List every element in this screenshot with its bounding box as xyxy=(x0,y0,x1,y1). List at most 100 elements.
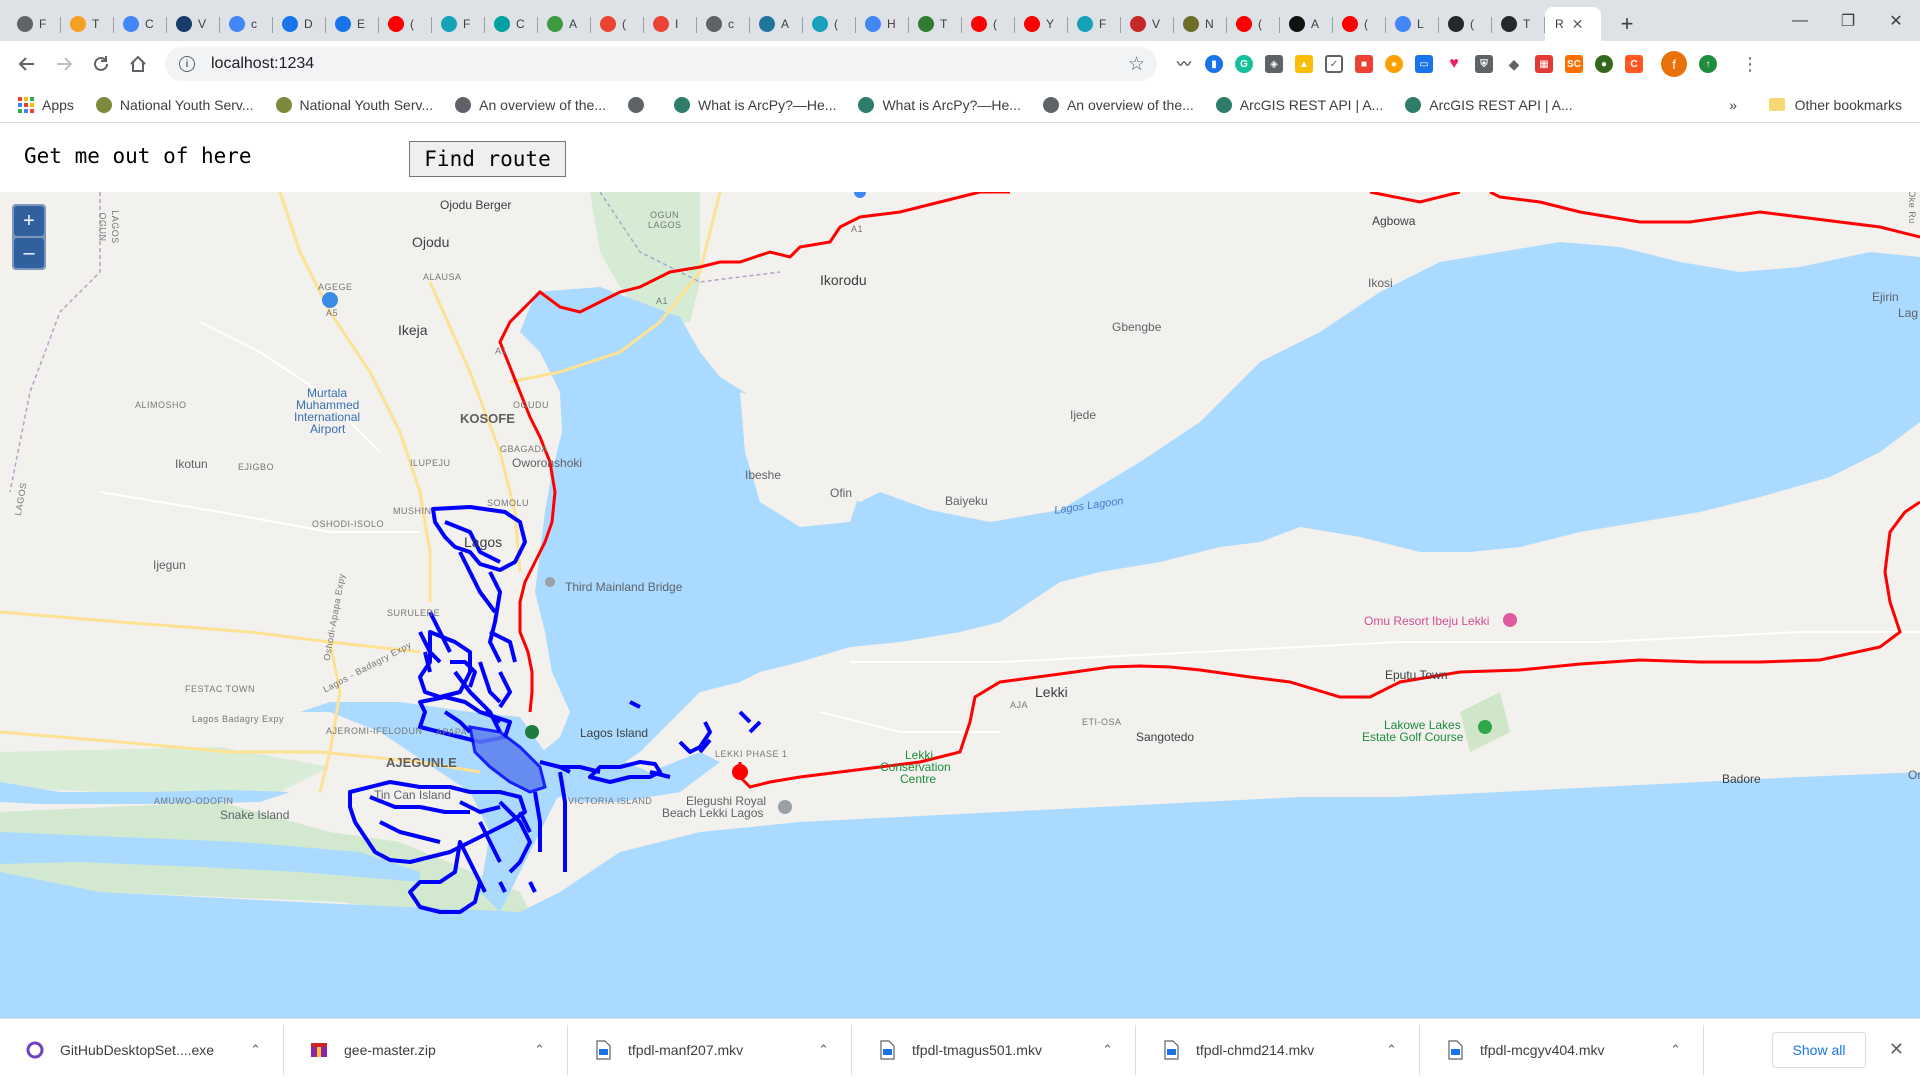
bookmark-label: An overview of the... xyxy=(479,96,606,113)
menu-icon[interactable]: ⋮ xyxy=(1741,54,1759,75)
new-tab-button[interactable]: + xyxy=(1613,11,1641,37)
browser-tab[interactable]: A xyxy=(750,7,803,41)
chevron-up-icon[interactable]: ⌃ xyxy=(1670,1042,1681,1058)
browser-tab[interactable]: H xyxy=(856,7,909,41)
home-button[interactable] xyxy=(121,47,155,81)
screen-extension-icon[interactable]: ▭ xyxy=(1415,55,1433,73)
map-label-badagry-2: Lagos Badagry Expy xyxy=(192,714,285,724)
close-shelf-icon[interactable]: ✕ xyxy=(1889,1039,1904,1060)
reload-button[interactable] xyxy=(84,47,118,81)
leaf-extension-icon[interactable]: ● xyxy=(1595,55,1613,73)
profile-avatar[interactable]: f xyxy=(1661,51,1687,77)
chevron-up-icon[interactable]: ⌃ xyxy=(1102,1042,1113,1058)
browser-tab[interactable]: ( xyxy=(379,7,432,41)
bookmark-item[interactable]: What is ArcPy?—He... xyxy=(858,96,1021,113)
browser-tab[interactable]: A xyxy=(538,7,591,41)
browser-tab[interactable]: T xyxy=(909,7,962,41)
colorful-extension-icon[interactable]: ● xyxy=(1385,55,1403,73)
gmail-icon xyxy=(600,16,616,32)
map-canvas[interactable] xyxy=(0,192,1920,1018)
tab-list: F T C Vc D E (F C A (Ic A (H T (Y F V N (A (L (T xyxy=(8,0,1545,41)
browser-tab[interactable]: ( xyxy=(1439,7,1492,41)
file-icon xyxy=(878,1039,896,1060)
office-extension-icon[interactable]: ■ xyxy=(1355,55,1373,73)
chevron-up-icon[interactable]: ⌃ xyxy=(818,1042,829,1058)
bookmark-item[interactable]: ArcGIS REST API | A... xyxy=(1215,96,1383,113)
browser-tab[interactable]: ( xyxy=(1333,7,1386,41)
browser-tab[interactable]: V xyxy=(167,7,220,41)
close-tab-icon[interactable]: ✕ xyxy=(1572,16,1584,33)
bookmark-item[interactable]: ArcGIS REST API | A... xyxy=(1405,96,1573,113)
dropbox-extension-icon[interactable]: ◆ xyxy=(1505,55,1523,73)
browser-tab[interactable]: T xyxy=(1492,7,1545,41)
browser-tab[interactable]: E xyxy=(326,7,379,41)
browser-tab[interactable]: ( xyxy=(803,7,856,41)
browser-tab[interactable]: C xyxy=(114,7,167,41)
grammarly-extension-icon[interactable]: G xyxy=(1235,55,1253,73)
download-item[interactable]: GitHubDesktopSet....exe ⌃ xyxy=(0,1024,284,1075)
chevron-up-icon[interactable]: ⌃ xyxy=(250,1042,261,1058)
browser-tab[interactable]: ( xyxy=(1227,7,1280,41)
browser-tab[interactable]: F xyxy=(432,7,485,41)
download-item[interactable]: tfpdl-chmd214.mkv ⌃ xyxy=(1136,1024,1420,1075)
browser-tab[interactable]: T xyxy=(61,7,114,41)
browser-tab[interactable]: c xyxy=(220,7,273,41)
back-button[interactable] xyxy=(10,47,44,81)
show-all-button[interactable]: Show all xyxy=(1772,1031,1866,1068)
bookmarks-overflow-button[interactable]: » xyxy=(1729,97,1737,113)
browser-tab[interactable]: Y xyxy=(1015,7,1068,41)
find-route-button[interactable]: Find route xyxy=(409,141,566,177)
heart-extension-icon[interactable]: ♥ xyxy=(1445,55,1463,73)
download-item[interactable]: gee-master.zip ⌃ xyxy=(284,1024,568,1075)
tab-title: ( xyxy=(1258,17,1262,31)
bookmark-item[interactable]: National Youth Serv... xyxy=(95,96,254,113)
bookmark-item[interactable] xyxy=(627,96,652,113)
browser-tab[interactable]: L xyxy=(1386,7,1439,41)
download-item[interactable]: tfpdl-manf207.mkv ⌃ xyxy=(568,1024,852,1075)
browser-tab[interactable]: F xyxy=(1068,7,1121,41)
zoom-in-button[interactable]: + xyxy=(14,206,44,236)
browser-tab[interactable]: F xyxy=(8,7,61,41)
bookmark-item[interactable]: Apps xyxy=(18,96,74,113)
security-extension-icon[interactable]: ⛨ xyxy=(1475,55,1493,73)
site-info-icon[interactable]: i xyxy=(179,56,195,72)
browser-tab[interactable]: ( xyxy=(962,7,1015,41)
pocket-extension-icon[interactable]: ✓ xyxy=(1325,55,1343,73)
other-bookmarks[interactable]: Other bookmarks xyxy=(1768,97,1902,113)
address-bar[interactable]: i localhost:1234 ☆ xyxy=(165,47,1157,81)
browser-tab[interactable]: V xyxy=(1121,7,1174,41)
zoom-out-button[interactable]: – xyxy=(14,238,44,268)
waveform-extension-icon[interactable]: 〰 xyxy=(1175,55,1193,73)
browser-tab[interactable]: A xyxy=(1280,7,1333,41)
map-view[interactable]: + – Ojodu Berger Ojodu Ikeja Ikorodu Agb… xyxy=(0,192,1920,1018)
update-icon[interactable]: ↑ xyxy=(1699,55,1717,73)
bookmark-extension-icon[interactable]: ▮ xyxy=(1205,55,1223,73)
browser-tab[interactable]: c xyxy=(697,7,750,41)
google-drive-extension-icon[interactable]: ▲ xyxy=(1295,55,1313,73)
chevron-up-icon[interactable]: ⌃ xyxy=(534,1042,545,1058)
browser-tab[interactable]: ( xyxy=(591,7,644,41)
bookmark-item[interactable]: An overview of the... xyxy=(455,96,606,113)
active-tab[interactable]: R ✕ xyxy=(1545,7,1601,41)
download-item[interactable]: tfpdl-mcgyv404.mkv ⌃ xyxy=(1420,1024,1704,1075)
cplus-extension-icon[interactable]: C xyxy=(1625,55,1643,73)
bookmark-item[interactable]: An overview of the... xyxy=(1042,96,1194,113)
bookmark-item[interactable]: What is ArcPy?—He... xyxy=(673,96,836,113)
bookmark-item[interactable]: National Youth Serv... xyxy=(275,96,433,113)
browser-tab[interactable]: D xyxy=(273,7,326,41)
bookmark-star-icon[interactable]: ☆ xyxy=(1128,53,1145,76)
window-close-button[interactable]: ✕ xyxy=(1872,0,1920,41)
restore-button[interactable]: ❐ xyxy=(1824,0,1872,41)
tab-title: I xyxy=(675,17,679,31)
url-text[interactable]: localhost:1234 xyxy=(211,55,314,73)
browser-tab[interactable]: N xyxy=(1174,7,1227,41)
chevron-up-icon[interactable]: ⌃ xyxy=(1386,1042,1397,1058)
browser-tab[interactable]: I xyxy=(644,7,697,41)
sc-extension-icon[interactable]: SC xyxy=(1565,55,1583,73)
grid-extension-icon[interactable]: ▦ xyxy=(1535,55,1553,73)
forward-button[interactable] xyxy=(47,47,81,81)
browser-tab[interactable]: C xyxy=(485,7,538,41)
shield-extension-icon[interactable]: ◈ xyxy=(1265,55,1283,73)
download-item[interactable]: tfpdl-tmagus501.mkv ⌃ xyxy=(852,1024,1136,1075)
minimize-button[interactable]: — xyxy=(1776,0,1824,41)
